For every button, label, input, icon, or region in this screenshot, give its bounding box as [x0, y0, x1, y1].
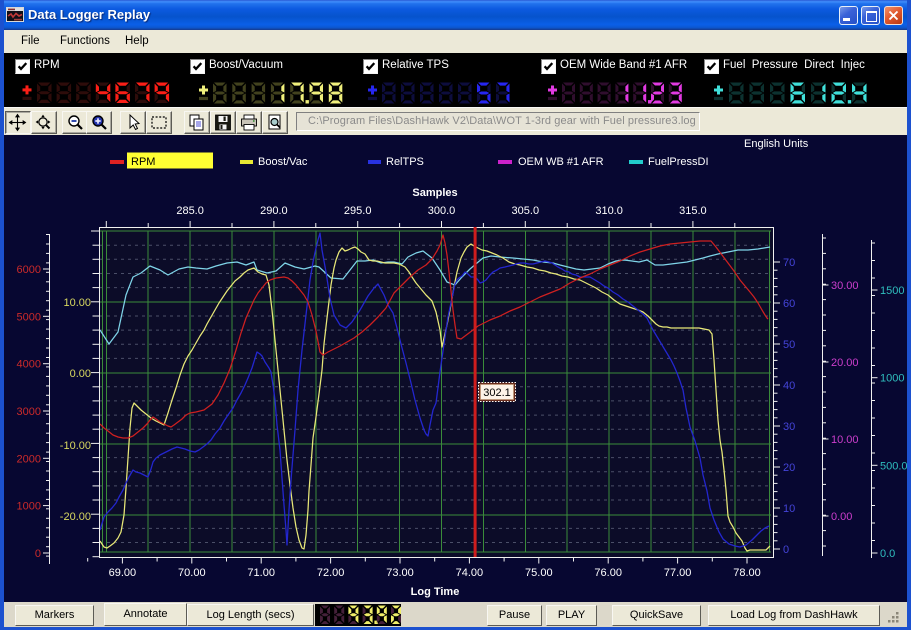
- svg-text:0: 0: [35, 548, 41, 560]
- svg-text:0.0: 0.0: [880, 548, 895, 560]
- svg-text:60: 60: [783, 298, 795, 310]
- svg-text:OEM WB #1 AFR: OEM WB #1 AFR: [518, 156, 604, 168]
- svg-text:0.00: 0.00: [831, 511, 852, 523]
- svg-text:74.00: 74.00: [456, 567, 484, 579]
- svg-text:50: 50: [783, 339, 795, 351]
- svg-text:71.00: 71.00: [247, 567, 275, 579]
- svg-text:1500: 1500: [880, 285, 904, 297]
- svg-text:30: 30: [783, 421, 795, 433]
- svg-text:70: 70: [783, 257, 795, 269]
- svg-text:2000: 2000: [17, 453, 41, 465]
- svg-text:5000: 5000: [17, 311, 41, 323]
- svg-text:500.0: 500.0: [880, 460, 908, 472]
- svg-text:FuelPressDI: FuelPressDI: [648, 156, 709, 168]
- svg-text:10: 10: [783, 503, 795, 515]
- svg-text:0: 0: [783, 544, 789, 556]
- svg-text:69.00: 69.00: [109, 567, 137, 579]
- svg-text:Log Time: Log Time: [411, 586, 460, 598]
- svg-text:72.00: 72.00: [317, 567, 345, 579]
- svg-text:77.00: 77.00: [664, 567, 692, 579]
- svg-text:20: 20: [783, 462, 795, 474]
- svg-text:315.0: 315.0: [679, 205, 707, 217]
- svg-text:302.1: 302.1: [483, 387, 511, 399]
- svg-text:English Units: English Units: [744, 138, 809, 150]
- svg-text:20.00: 20.00: [831, 357, 859, 369]
- svg-text:70.00: 70.00: [178, 567, 206, 579]
- svg-text:-10.00: -10.00: [60, 440, 91, 452]
- svg-text:305.0: 305.0: [512, 205, 540, 217]
- svg-text:290.0: 290.0: [260, 205, 288, 217]
- svg-text:3000: 3000: [17, 406, 41, 418]
- svg-text:40: 40: [783, 380, 795, 392]
- svg-text:10.00: 10.00: [831, 434, 859, 446]
- svg-text:RelTPS: RelTPS: [386, 156, 424, 168]
- svg-text:Samples: Samples: [412, 187, 457, 199]
- svg-text:10.00: 10.00: [63, 297, 91, 309]
- svg-text:-20.00: -20.00: [60, 511, 91, 523]
- svg-text:76.00: 76.00: [594, 567, 622, 579]
- svg-text:0.00: 0.00: [70, 368, 91, 380]
- svg-text:78.00: 78.00: [733, 567, 761, 579]
- svg-text:73.00: 73.00: [386, 567, 414, 579]
- svg-text:295.0: 295.0: [344, 205, 372, 217]
- svg-text:310.0: 310.0: [595, 205, 623, 217]
- svg-text:1000: 1000: [17, 501, 41, 513]
- svg-text:30.00: 30.00: [831, 280, 859, 292]
- svg-text:Boost/Vac: Boost/Vac: [258, 156, 308, 168]
- svg-text:RPM: RPM: [131, 156, 155, 168]
- svg-text:6000: 6000: [17, 264, 41, 276]
- svg-text:75.00: 75.00: [525, 567, 553, 579]
- svg-text:4000: 4000: [17, 359, 41, 371]
- svg-text:300.0: 300.0: [428, 205, 456, 217]
- svg-text:1000: 1000: [880, 373, 904, 385]
- svg-text:285.0: 285.0: [176, 205, 204, 217]
